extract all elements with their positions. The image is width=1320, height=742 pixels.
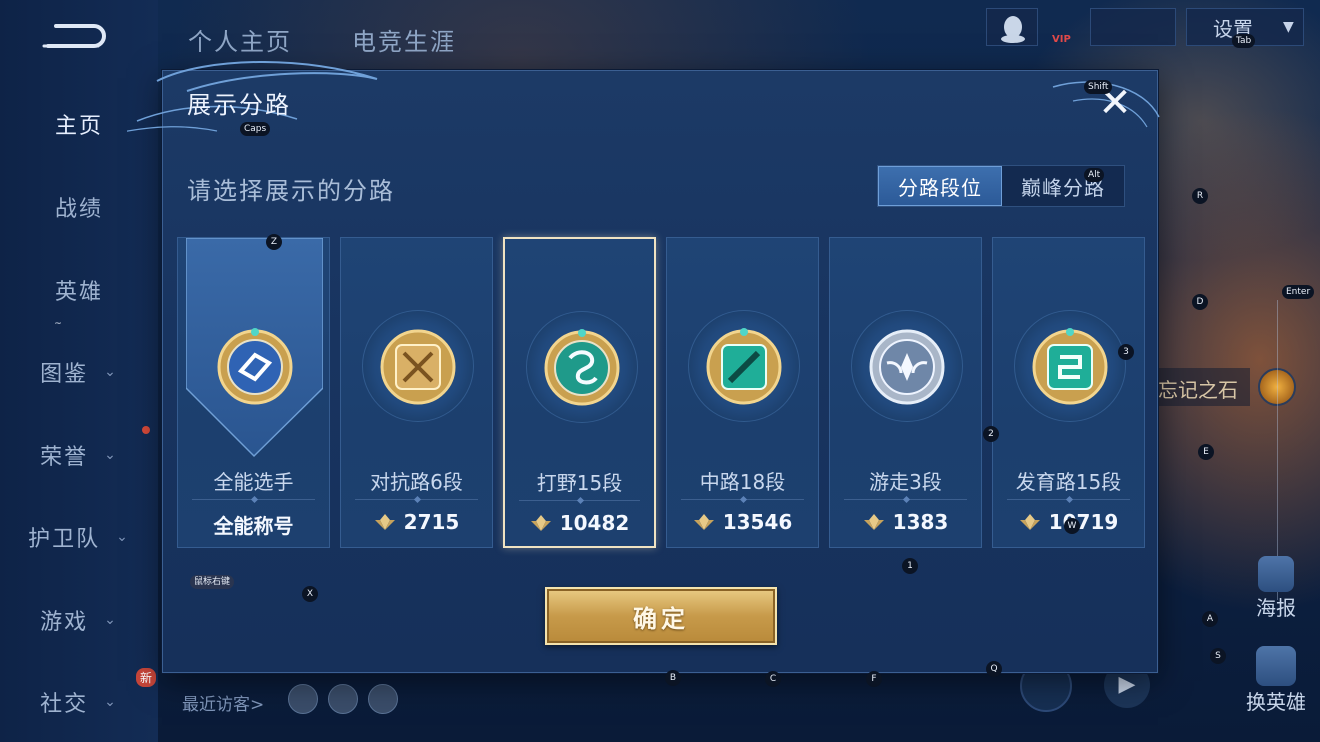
power-gem-icon [693, 514, 714, 530]
lane-score: 2715 [341, 510, 492, 534]
lane-card-list: 全能选手 全能称号 对抗路6段 2715 打野15段 10482 中路18段 1… [177, 237, 1145, 548]
dialog-title: 展示分路 [187, 91, 291, 119]
qq-button[interactable] [986, 8, 1038, 46]
poster-button[interactable]: 海报 [1244, 556, 1308, 621]
power-gem-icon [1019, 514, 1040, 530]
poster-icon [1258, 556, 1294, 592]
sidebar-item-heroes[interactable]: 英雄 [0, 270, 158, 310]
lane-name: 全能选手 [213, 470, 294, 494]
key-hint: 鼠标右键 [190, 575, 235, 589]
key-hint: Z [266, 234, 282, 250]
divider [519, 500, 640, 501]
lane-score: 1383 [830, 510, 981, 534]
key-hint: B [665, 670, 681, 686]
chevron-down-icon: ⌄ [104, 364, 118, 380]
lane-card-farm[interactable]: 发育路15段 10719 [992, 237, 1145, 548]
all-round-emblem-icon [217, 328, 293, 405]
vertical-line [1277, 300, 1278, 600]
new-badge: 新 [136, 668, 157, 687]
mid-lane-emblem-icon [706, 328, 782, 405]
avatar[interactable] [328, 684, 358, 714]
lane-display-dialog: 展示分路 ✕ 请选择展示的分路 分路段位 巅峰分路 全能选手 全能称号 对抗路6… [127, 61, 1160, 673]
switch-hero-icon [1256, 646, 1296, 686]
chevron-down-icon: ⌄ [104, 447, 118, 463]
sidebar-item-records[interactable]: 战绩 [0, 187, 158, 227]
lane-name: 对抗路6段 [370, 470, 463, 494]
tab-lane-rank[interactable]: 分路段位 [878, 166, 1002, 206]
key-hint: 3 [1118, 344, 1134, 360]
key-hint: R [1192, 188, 1208, 204]
power-gem-icon [530, 515, 551, 531]
lane-card-clash[interactable]: 对抗路6段 2715 [340, 237, 493, 548]
lane-card-all-round[interactable]: 全能选手 全能称号 [177, 237, 330, 548]
farm-lane-emblem-icon [1032, 328, 1108, 405]
clash-lane-emblem-icon [380, 329, 456, 405]
qq-icon [1001, 16, 1025, 43]
lane-score: 10482 [505, 511, 654, 535]
red-dot-icon [142, 426, 150, 434]
divider [844, 499, 967, 500]
power-gem-icon [863, 514, 884, 530]
key-hint: A [1202, 611, 1218, 627]
dialog-subtitle: 请选择展示的分路 [187, 177, 395, 205]
chevron-down-icon: ⌄ [104, 612, 118, 628]
chevron-down-icon: ⌄ [104, 694, 118, 710]
vip-icon: VIP [1052, 34, 1071, 45]
key-hint: D [1192, 294, 1208, 310]
roam-emblem-icon [869, 329, 945, 405]
key-hint: X [302, 586, 318, 602]
key-hint: S [1210, 648, 1226, 664]
jungle-emblem-icon [544, 329, 620, 406]
key-hint: C [765, 671, 781, 687]
lane-name: 中路18段 [699, 470, 786, 494]
key-hint: Alt [1084, 168, 1105, 182]
lane-score: 全能称号 [213, 514, 294, 538]
key-hint: F [866, 671, 882, 687]
key-hint: 2 [983, 426, 999, 442]
tab-peak-lane[interactable]: 巅峰分路 [1002, 166, 1124, 206]
sidebar-item-honor[interactable]: 荣誉 ⌄ [0, 435, 158, 475]
divider [192, 499, 315, 500]
lane-name: 游走3段 [869, 470, 942, 494]
key-hint: Shift [1084, 80, 1113, 94]
sidebar-item-codex[interactable]: 图鉴 ⌄ [0, 352, 158, 392]
lane-score: 13546 [667, 510, 818, 534]
divider [355, 499, 478, 500]
divider [1007, 499, 1130, 500]
switch-hero-button[interactable]: 换英雄 [1240, 646, 1312, 715]
lane-card-roam[interactable]: 游走3段 1383 [829, 237, 982, 548]
recent-visitors-link[interactable]: 最近访客> [182, 690, 264, 715]
avatar[interactable] [288, 684, 318, 714]
sidebar-item-guard-team[interactable]: 护卫队 ⌄ [0, 517, 158, 557]
key-hint: Q [986, 661, 1002, 677]
lane-card-mid[interactable]: 中路18段 13546 [666, 237, 819, 548]
confirm-button[interactable]: 确定 [545, 587, 777, 645]
lane-name: 打野15段 [536, 471, 623, 495]
key-hint: W [1064, 518, 1080, 534]
divider [681, 499, 804, 500]
sidebar-item-social[interactable]: 社交 ⌄ [0, 682, 158, 722]
back-icon[interactable] [42, 22, 106, 52]
key-hint: Tab [1232, 34, 1256, 48]
power-gem-icon [374, 514, 395, 530]
avatar[interactable] [368, 684, 398, 714]
tab-profile[interactable]: 个人主页 [188, 22, 292, 57]
chevron-down-icon: ▼ [1283, 19, 1294, 35]
stone-label: 忘记之石 [1150, 368, 1250, 406]
key-hint: ~ [54, 319, 62, 329]
tab-esports-career[interactable]: 电竞生涯 [352, 22, 456, 57]
key-hint: Enter [1282, 285, 1315, 299]
key-hint: 1 [902, 558, 918, 574]
lane-card-jungle[interactable]: 打野15段 10482 [503, 237, 656, 548]
lane-name: 发育路15段 [1015, 470, 1122, 494]
key-hint: Caps [240, 122, 271, 136]
key-hint: E [1198, 444, 1214, 460]
chevron-down-icon: ⌄ [116, 529, 130, 545]
vip-banner[interactable] [1090, 8, 1176, 46]
sidebar-item-game[interactable]: 游戏 ⌄ [0, 600, 158, 640]
